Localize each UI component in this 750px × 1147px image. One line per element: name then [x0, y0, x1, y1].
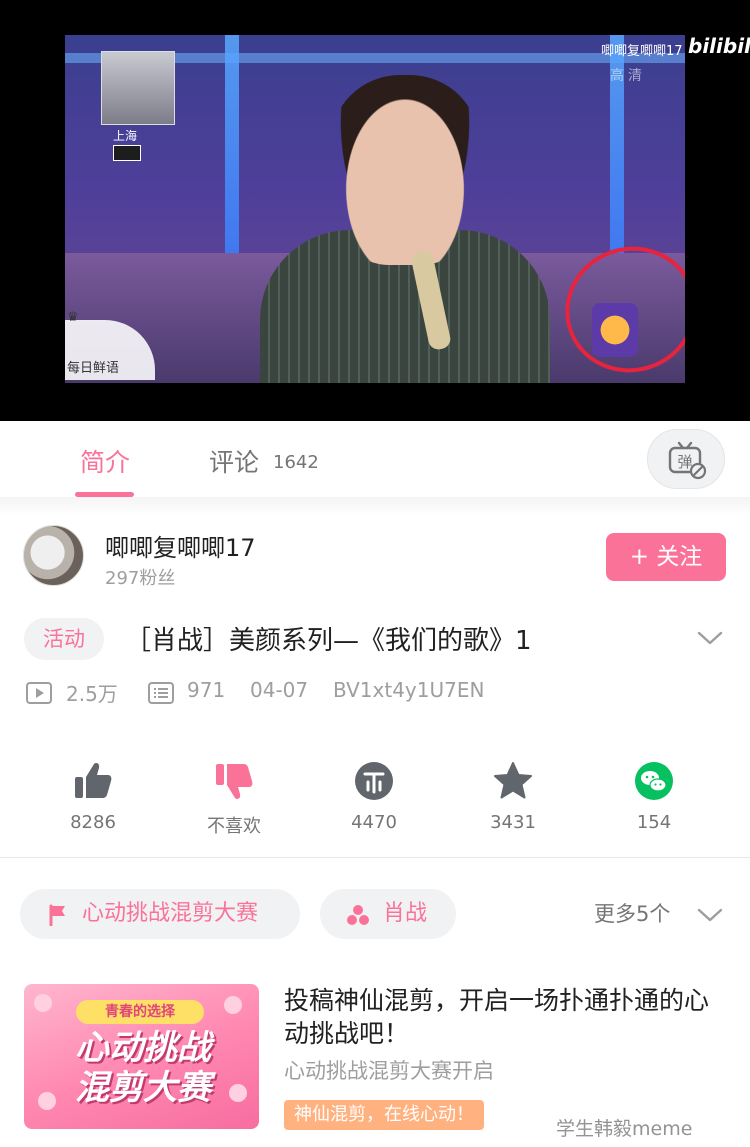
flag-icon [49, 904, 65, 926]
dislike-button[interactable]: 不喜欢 [184, 758, 284, 838]
promo-image-banner: 青春的选择 [76, 1000, 204, 1024]
coin-button[interactable]: 4470 [324, 758, 424, 833]
promo-image-title: 心动挑战混剪大赛 [75, 1028, 211, 1108]
thumbs-up-icon [75, 763, 112, 798]
tag-cluster-icon [347, 905, 369, 925]
uploader-avatar[interactable] [23, 525, 84, 586]
activity-tag[interactable]: 活动 [24, 618, 104, 660]
video-frame[interactable]: 上海 ♛ 每日鲜语 高清 [65, 35, 685, 383]
danmaku-count: 971 [187, 678, 226, 702]
promo-title[interactable]: 投稿神仙混剪，开启一场扑通扑通的心动挑战吧！ [284, 984, 724, 1050]
weibo-watermark: 学生韩毅meme [556, 1118, 693, 1140]
danmaku-toggle-button[interactable]: 弹 [647, 429, 725, 489]
quality-label: 高清 [610, 68, 646, 84]
comments-count: 1642 [273, 452, 319, 473]
bv-id: BV1xt4y1U7EN [333, 678, 485, 702]
topic-chip-challenge[interactable]: 心动挑战混剪大赛 [20, 889, 300, 939]
tab-intro[interactable]: 简介 [80, 443, 130, 479]
uploader-fans: 297粉丝 [105, 568, 176, 589]
more-topics-button[interactable]: 更多5个 [594, 898, 670, 928]
svg-text:弹: 弹 [677, 453, 692, 471]
chevron-down-icon[interactable] [696, 905, 724, 925]
promo-subtitle: 心动挑战混剪大赛开启 [284, 1059, 494, 1083]
section-divider [0, 857, 750, 858]
video-title: ［肖战］美颜系列—《我们的歌》1 [125, 626, 532, 656]
share-count: 154 [636, 812, 672, 833]
favorite-button[interactable]: 3431 [463, 758, 563, 833]
like-count: 8286 [70, 812, 116, 833]
wechat-icon [635, 762, 673, 800]
view-count: 2.5万 [66, 682, 118, 706]
danmaku-off-icon: 弹 [668, 441, 707, 480]
uploader-name[interactable]: 唧唧复唧唧17 [105, 528, 256, 563]
play-count-icon [26, 682, 52, 704]
bilibili-logo: bilibili [688, 34, 750, 58]
pip-thumbnail [101, 51, 175, 125]
tab-comments[interactable]: 评论 [209, 443, 259, 479]
promo-image[interactable]: 青春的选择 心动挑战混剪大赛 [24, 984, 259, 1129]
share-button[interactable]: 154 [604, 758, 704, 833]
thumbs-down-icon [216, 764, 253, 799]
favorite-count: 3431 [490, 812, 536, 833]
coin-count: 4470 [351, 812, 397, 833]
follow-button[interactable]: + 关注 [606, 533, 726, 581]
tab-bar: 简介 评论 1642 弹 [0, 421, 750, 497]
expand-description-icon[interactable] [696, 628, 724, 648]
promo-badge: 神仙混剪，在线心动！ [284, 1100, 484, 1130]
coin-icon [355, 762, 393, 800]
dislike-label: 不喜欢 [207, 816, 261, 837]
topic-chip-xiaozhan[interactable]: 肖战 [320, 889, 456, 939]
like-button[interactable]: 8286 [43, 758, 143, 833]
video-detail-page: 上海 ♛ 每日鲜语 高清 唧唧复唧唧17 bilibili 简介 评论 1642… [0, 0, 750, 1147]
star-icon [494, 762, 532, 799]
video-player[interactable]: 上海 ♛ 每日鲜语 高清 唧唧复唧唧17 bilibili [0, 0, 750, 421]
danmaku-count-icon [148, 682, 174, 704]
pip-location: 上海 [113, 129, 138, 143]
publish-date: 04-07 [250, 678, 309, 702]
watermark-user: 唧唧复唧唧17 [601, 44, 683, 59]
